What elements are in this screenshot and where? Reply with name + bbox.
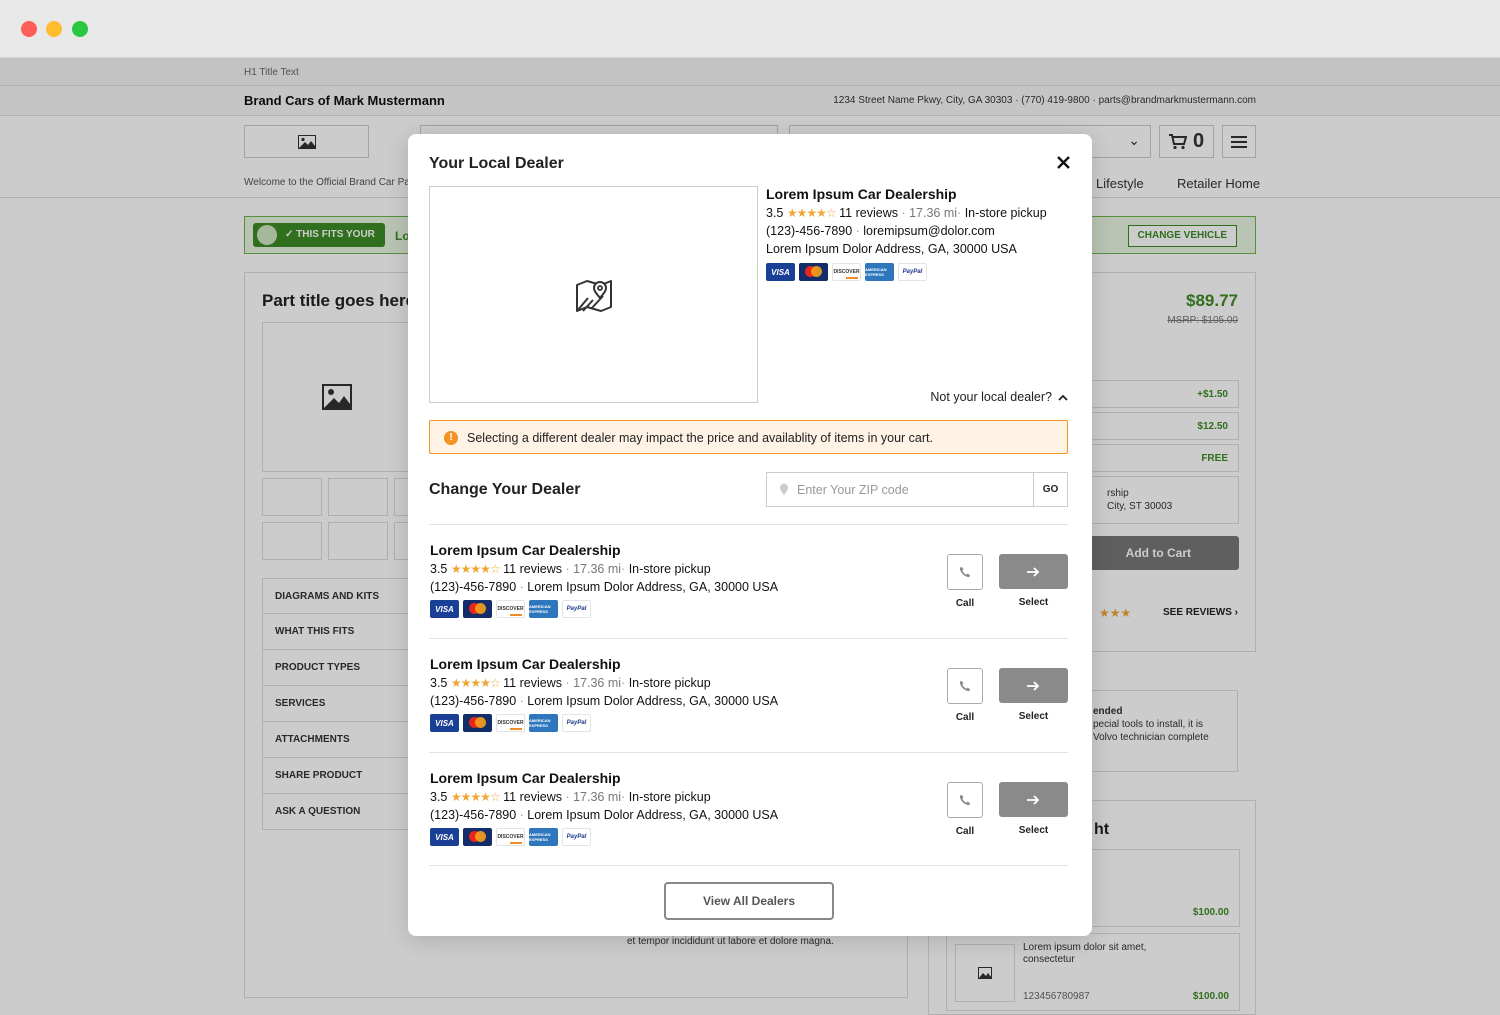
call-label: Call: [955, 712, 975, 723]
select-label: Select: [1018, 825, 1049, 836]
mastercard-icon: [463, 714, 492, 732]
amex-icon: AMERICAN EXPRESS: [865, 263, 894, 281]
not-local-dealer-toggle[interactable]: Not your local dealer?: [930, 390, 1068, 404]
zip-search: GO: [766, 472, 1068, 507]
phone-icon: [959, 680, 971, 692]
local-dealer-modal: Your Local Dealer Lorem Ipsum Car Dealer…: [408, 134, 1092, 936]
dealer-contact-line: (123)-456-7890 · Lorem Ipsum Dolor Addre…: [430, 694, 779, 708]
discover-icon: DISCOVER: [496, 828, 525, 846]
select-label: Select: [1018, 711, 1049, 722]
info-icon: !: [444, 431, 458, 445]
call-button[interactable]: [947, 668, 983, 704]
discover-icon: DISCOVER: [496, 714, 525, 732]
divider: [429, 638, 1068, 639]
arrow-right-icon: [1027, 680, 1040, 691]
window-maximize-dot[interactable]: [72, 21, 88, 37]
dealer-contact-line: (123)-456-7890 · Lorem Ipsum Dolor Addre…: [430, 808, 779, 822]
visa-icon: VISA: [430, 714, 459, 732]
view-all-dealers-button[interactable]: View All Dealers: [664, 882, 834, 920]
dealer-name: Lorem Ipsum Car Dealership: [430, 542, 621, 558]
divider: [429, 865, 1068, 866]
selected-dealer: Lorem Ipsum Car Dealership 3.5 ★★★★☆ 11 …: [766, 186, 1076, 281]
call-button[interactable]: [947, 782, 983, 818]
dealer-list-item: Lorem Ipsum Car Dealership 3.5 ★★★★☆ 11 …: [430, 648, 1070, 748]
call-button[interactable]: [947, 554, 983, 590]
divider: [429, 524, 1068, 525]
dealer-map[interactable]: [429, 186, 758, 403]
change-dealer-title: Change Your Dealer: [429, 481, 581, 498]
visa-icon: VISA: [430, 600, 459, 618]
mastercard-icon: [463, 600, 492, 618]
dealer-rating-line: 3.5 ★★★★☆ 11 reviews · 17.36 mi· In-stor…: [766, 206, 1047, 220]
paypal-icon: PayPal: [562, 600, 591, 618]
dealer-change-warning: ! Selecting a different dealer may impac…: [429, 420, 1068, 454]
dealer-contact-line: (123)-456-7890 · loremipsum@dolor.com: [766, 224, 995, 238]
dealer-contact-line: (123)-456-7890 · Lorem Ipsum Dolor Addre…: [430, 580, 779, 594]
amex-icon: AMERICAN EXPRESS: [529, 828, 558, 846]
arrow-right-icon: [1027, 794, 1040, 805]
chevron-up-icon: [1058, 394, 1068, 401]
mastercard-icon: [799, 263, 828, 281]
payment-methods: VISA DISCOVER AMERICAN EXPRESS PayPal: [430, 600, 778, 618]
phone-icon: [959, 794, 971, 806]
close-icon: [1056, 155, 1070, 169]
dealer-rating-line: 3.5 ★★★★☆ 11 reviews · 17.36 mi· In-stor…: [430, 676, 711, 690]
rating-stars: ★★★★☆: [786, 206, 837, 220]
amex-icon: AMERICAN EXPRESS: [529, 600, 558, 618]
amex-icon: AMERICAN EXPRESS: [529, 714, 558, 732]
window-close-dot[interactable]: [21, 21, 37, 37]
select-dealer-button[interactable]: [999, 554, 1068, 589]
dealer-name: Lorem Ipsum Car Dealership: [430, 656, 621, 672]
divider: [429, 752, 1068, 753]
rating-stars: ★★★★☆: [450, 676, 501, 690]
paypal-icon: PayPal: [562, 828, 591, 846]
zip-input[interactable]: [767, 473, 1034, 506]
dealer-name: Lorem Ipsum Car Dealership: [430, 770, 621, 786]
close-button[interactable]: [1052, 151, 1074, 173]
window-minimize-dot[interactable]: [46, 21, 62, 37]
dealer-name: Lorem Ipsum Car Dealership: [766, 186, 957, 202]
dealer-list-item: Lorem Ipsum Car Dealership 3.5 ★★★★☆ 11 …: [430, 762, 1070, 862]
arrow-right-icon: [1027, 566, 1040, 577]
visa-icon: VISA: [430, 828, 459, 846]
call-label: Call: [955, 826, 975, 837]
rating-stars: ★★★★☆: [450, 562, 501, 576]
paypal-icon: PayPal: [562, 714, 591, 732]
call-label: Call: [955, 598, 975, 609]
discover-icon: DISCOVER: [496, 600, 525, 618]
dealer-rating-line: 3.5 ★★★★☆ 11 reviews · 17.36 mi· In-stor…: [430, 562, 711, 576]
window-titlebar: [0, 0, 1500, 58]
mastercard-icon: [463, 828, 492, 846]
dealer-address: Lorem Ipsum Dolor Address, GA, 30000 USA: [766, 242, 1017, 256]
visa-icon: VISA: [766, 263, 795, 281]
discover-icon: DISCOVER: [832, 263, 861, 281]
rating-stars: ★★★★☆: [450, 790, 501, 804]
select-dealer-button[interactable]: [999, 668, 1068, 703]
phone-icon: [959, 566, 971, 578]
select-dealer-button[interactable]: [999, 782, 1068, 817]
dealer-rating-line: 3.5 ★★★★☆ 11 reviews · 17.36 mi· In-stor…: [430, 790, 711, 804]
zip-go-button[interactable]: GO: [1033, 473, 1067, 506]
modal-title: Your Local Dealer: [429, 155, 564, 172]
payment-methods: VISA DISCOVER AMERICAN EXPRESS PayPal: [766, 263, 1076, 281]
paypal-icon: PayPal: [898, 263, 927, 281]
payment-methods: VISA DISCOVER AMERICAN EXPRESS PayPal: [430, 714, 778, 732]
map-placeholder-icon: [575, 279, 612, 312]
select-label: Select: [1018, 597, 1049, 608]
dealer-list-item: Lorem Ipsum Car Dealership 3.5 ★★★★☆ 11 …: [430, 534, 1070, 634]
payment-methods: VISA DISCOVER AMERICAN EXPRESS PayPal: [430, 828, 778, 846]
